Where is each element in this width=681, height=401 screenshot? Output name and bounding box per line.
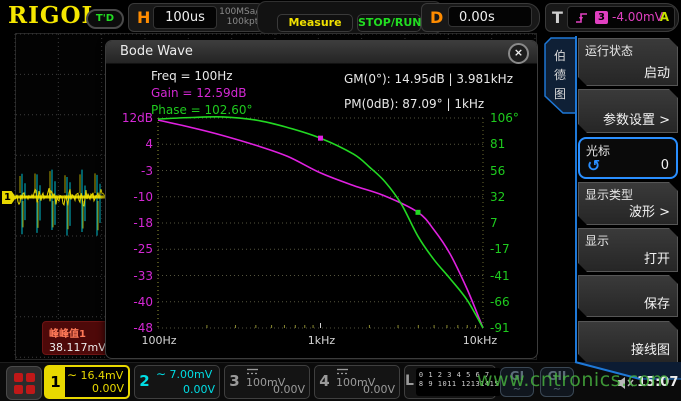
channel-number: 1 bbox=[46, 367, 65, 397]
channel-readout: ∼ 7.00mV 0.00V bbox=[154, 366, 219, 398]
trigger-label: T bbox=[552, 8, 563, 27]
phase-axis-label: -41 bbox=[490, 269, 532, 283]
channel-box-3[interactable]: 3 100mV0.00V bbox=[224, 365, 310, 399]
sidebar-item-接线图[interactable]: 接线图 bbox=[578, 321, 678, 363]
phase-margin-readout: PM(0dB): 87.09° | 1kHz bbox=[344, 97, 484, 111]
phase-axis-label: 7 bbox=[490, 216, 532, 230]
gain-readout: Gain = 12.59dB bbox=[151, 86, 246, 100]
delay-value[interactable]: 0.00s bbox=[448, 6, 532, 27]
sidebar-item-label: 显示 bbox=[585, 232, 609, 249]
sidebar-item-运行状态[interactable]: 运行状态启动 bbox=[578, 38, 678, 86]
phase-axis-label: 81 bbox=[490, 137, 532, 151]
channel-readout: 100mV0.00V bbox=[334, 366, 399, 398]
grid-menu-icon[interactable] bbox=[6, 366, 42, 400]
gain-axis-label: -40 bbox=[111, 295, 153, 309]
channel-box-4[interactable]: 4 100mV0.00V bbox=[314, 365, 400, 399]
channel-number: 3 bbox=[225, 366, 244, 398]
channel-box-2[interactable]: 2∼ 7.00mV 0.00V bbox=[134, 365, 220, 399]
phase-axis-label: 106° bbox=[490, 111, 532, 125]
phase-axis-label: -17 bbox=[490, 242, 532, 256]
sidebar-item-label: 运行状态 bbox=[585, 42, 633, 59]
channel-box-1[interactable]: 1∼ 16.4mV0.00V bbox=[44, 365, 130, 399]
channel-offset: 0.00V bbox=[273, 383, 305, 396]
sidebar-item-显示[interactable]: 显示打开 bbox=[578, 228, 678, 272]
phase-axis-label: -91 bbox=[490, 321, 532, 335]
gain-axis-label: -48 bbox=[111, 321, 153, 335]
sidebar-item-value: 0 bbox=[661, 158, 669, 173]
channel-offset: 0.00V bbox=[363, 383, 395, 396]
trigger-edge-icon bbox=[575, 11, 589, 24]
close-icon[interactable]: × bbox=[508, 43, 529, 64]
channel-number: 2 bbox=[135, 366, 154, 398]
trigger-info-box: 3 -4.00mV A bbox=[567, 6, 675, 29]
sidebar-item-value: 打开 bbox=[644, 248, 670, 267]
top-status-bar: RIGOL T'D H 100us 100MSa/s 100kpts Measu… bbox=[0, 0, 681, 33]
sidebar-item-参数设置[interactable]: 参数设置 > bbox=[578, 89, 678, 133]
phase-axis-label: -66 bbox=[490, 295, 532, 309]
phase-axis-label: 32 bbox=[490, 190, 532, 204]
rotate-ccw-icon[interactable]: ↺ bbox=[587, 156, 600, 175]
gain-axis-label: 4 bbox=[111, 137, 153, 151]
trigger-level-value: -4.00mV bbox=[612, 10, 663, 24]
sidebar-item-value: 保存 bbox=[644, 293, 670, 312]
horizontal-group: H 100us 100MSa/s 100kpts bbox=[128, 3, 270, 32]
run-stop-button[interactable]: STOP/RUN bbox=[357, 14, 421, 32]
sidebar-item-value: 波形 > bbox=[629, 201, 670, 220]
sidebar-item-value: 启动 bbox=[644, 62, 670, 81]
channel-offset: 0.00V bbox=[183, 383, 215, 396]
dialog-title: Bode Wave bbox=[120, 44, 193, 59]
trigger-mode: A bbox=[660, 10, 669, 24]
channel-readout: ∼ 16.4mV0.00V bbox=[65, 367, 128, 397]
trigger-status-badge: T'D bbox=[86, 9, 124, 29]
gain-axis-label: -25 bbox=[111, 242, 153, 256]
sidebar-item-显示类型[interactable]: 显示类型波形 > bbox=[578, 182, 678, 225]
timebase-value[interactable]: 100us bbox=[153, 6, 217, 29]
gain-axis-label: 12dB bbox=[111, 111, 153, 125]
channel-offset: 0.00V bbox=[92, 382, 124, 395]
channel1-position-marker[interactable]: 1 bbox=[2, 191, 16, 204]
delay-label: D bbox=[430, 8, 443, 27]
sidebar-item-label: 显示类型 bbox=[585, 186, 633, 203]
dialog-titlebar[interactable]: Bode Wave × bbox=[106, 41, 537, 64]
gain-margin-readout: GM(0°): 14.95dB | 3.981kHz bbox=[344, 72, 513, 86]
gain-axis-label: -3 bbox=[111, 164, 153, 178]
sidebar-divider bbox=[575, 36, 577, 362]
gain-axis-label: -10 bbox=[111, 190, 153, 204]
channel-readout: 100mV0.00V bbox=[244, 366, 309, 398]
channel-scale: ∼ 16.4mV bbox=[67, 368, 124, 382]
horizontal-label: H bbox=[137, 8, 150, 27]
freq-axis-label: 1kHz bbox=[297, 334, 347, 347]
sidebar-item-value: 参数设置 > bbox=[603, 109, 670, 128]
logic-label: L bbox=[405, 366, 414, 398]
phase-axis-label: 56 bbox=[490, 164, 532, 178]
trigger-source-badge: 3 bbox=[595, 11, 608, 24]
delay-group: D 0.00s bbox=[421, 3, 540, 32]
sidebar-item-保存[interactable]: 保存 bbox=[578, 275, 678, 317]
bode-wave-dialog: Bode Wave × Freq = 100Hz Gain = 12.59dB … bbox=[105, 40, 538, 359]
freq-readout: Freq = 100Hz bbox=[151, 69, 233, 83]
channel-number: 4 bbox=[315, 366, 334, 398]
watermark: www.cntronics.com bbox=[477, 369, 681, 391]
rigol-logo: RIGOL bbox=[8, 2, 99, 29]
sidebar-tab-char: 图 bbox=[554, 85, 566, 102]
sidebar-item-光标[interactable]: 光标↺0 bbox=[578, 137, 678, 179]
sidebar-item-value: 接线图 bbox=[631, 339, 670, 358]
gain-axis-label: -18 bbox=[111, 216, 153, 230]
freq-axis-label: 100Hz bbox=[134, 334, 184, 347]
gain-axis-label: -33 bbox=[111, 269, 153, 283]
oscilloscope-screen: RIGOL T'D H 100us 100MSa/s 100kpts Measu… bbox=[0, 0, 681, 401]
trigger-group[interactable]: T 3 -4.00mV A bbox=[545, 3, 679, 32]
measure-button[interactable]: Measure bbox=[277, 14, 353, 32]
sidebar-tab-char: 德 bbox=[554, 66, 566, 83]
sidebar-tab-char: 伯 bbox=[554, 47, 566, 64]
freq-axis-label: 10kHz bbox=[455, 334, 505, 347]
channel-scale: ∼ 7.00mV bbox=[156, 367, 215, 381]
phase-readout: Phase = 102.60° bbox=[151, 103, 253, 117]
